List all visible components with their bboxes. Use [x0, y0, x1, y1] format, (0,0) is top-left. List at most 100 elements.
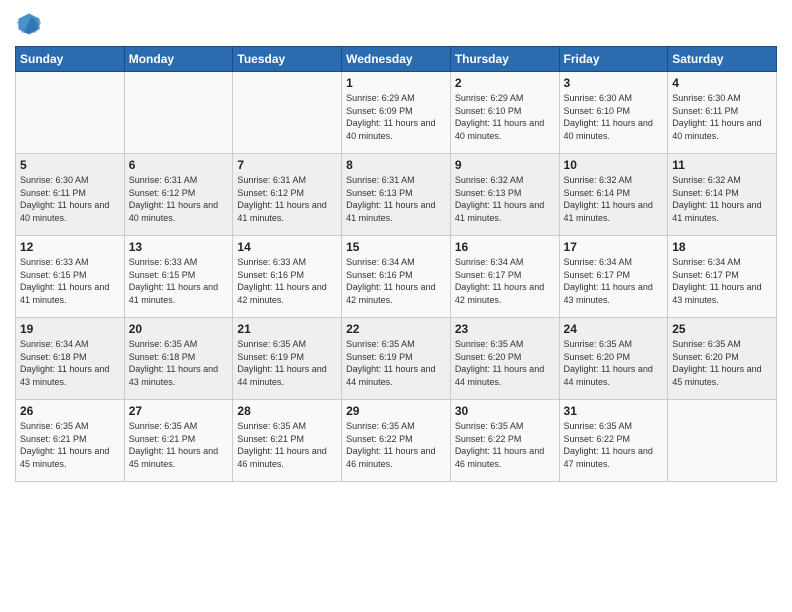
cell-content: Sunrise: 6:34 AM Sunset: 6:17 PM Dayligh… [564, 256, 664, 306]
cell-content: Sunrise: 6:34 AM Sunset: 6:17 PM Dayligh… [672, 256, 772, 306]
day-number: 8 [346, 158, 446, 172]
cell-content: Sunrise: 6:31 AM Sunset: 6:13 PM Dayligh… [346, 174, 446, 224]
cell-content: Sunrise: 6:33 AM Sunset: 6:15 PM Dayligh… [129, 256, 229, 306]
cell-content: Sunrise: 6:35 AM Sunset: 6:21 PM Dayligh… [237, 420, 337, 470]
calendar-cell: 11 Sunrise: 6:32 AM Sunset: 6:14 PM Dayli… [668, 154, 777, 236]
cell-content: Sunrise: 6:32 AM Sunset: 6:14 PM Dayligh… [564, 174, 664, 224]
day-number: 7 [237, 158, 337, 172]
calendar-cell: 12Sunrise: 6:33 AM Sunset: 6:15 PM Dayli… [16, 236, 125, 318]
calendar-cell [124, 72, 233, 154]
calendar-cell: 7 Sunrise: 6:31 AM Sunset: 6:12 PM Daylig… [233, 154, 342, 236]
day-number: 12 [20, 240, 120, 254]
page: SundayMondayTuesdayWednesdayThursdayFrid… [0, 0, 792, 612]
calendar-cell: 22 Sunrise: 6:35 AM Sunset: 6:19 PM Dayli… [342, 318, 451, 400]
cell-content: Sunrise: 6:35 AM Sunset: 6:22 PM Dayligh… [564, 420, 664, 470]
day-number: 6 [129, 158, 229, 172]
day-number: 19 [20, 322, 120, 336]
weekday-header-sunday: Sunday [16, 47, 125, 72]
calendar-cell [668, 400, 777, 482]
calendar: SundayMondayTuesdayWednesdayThursdayFrid… [15, 46, 777, 482]
day-number: 31 [564, 404, 664, 418]
day-number: 22 [346, 322, 446, 336]
cell-content: Sunrise: 6:34 AM Sunset: 6:17 PM Dayligh… [455, 256, 555, 306]
day-number: 18 [672, 240, 772, 254]
cell-content: Sunrise: 6:35 AM Sunset: 6:22 PM Dayligh… [455, 420, 555, 470]
cell-content: Sunrise: 6:30 AM Sunset: 6:10 PM Dayligh… [564, 92, 664, 142]
cell-content: Sunrise: 6:35 AM Sunset: 6:21 PM Dayligh… [129, 420, 229, 470]
cell-content: Sunrise: 6:33 AM Sunset: 6:16 PM Dayligh… [237, 256, 337, 306]
logo-icon [15, 10, 43, 38]
weekday-header-thursday: Thursday [450, 47, 559, 72]
calendar-week-5: 26 Sunrise: 6:35 AM Sunset: 6:21 PM Dayli… [16, 400, 777, 482]
calendar-cell: 2Sunrise: 6:29 AM Sunset: 6:10 PM Daylig… [450, 72, 559, 154]
cell-content: Sunrise: 6:35 AM Sunset: 6:21 PM Dayligh… [20, 420, 120, 470]
day-number: 28 [237, 404, 337, 418]
day-number: 4 [672, 76, 772, 90]
day-number: 21 [237, 322, 337, 336]
calendar-cell: 27 Sunrise: 6:35 AM Sunset: 6:21 PM Dayli… [124, 400, 233, 482]
day-number: 30 [455, 404, 555, 418]
day-number: 27 [129, 404, 229, 418]
calendar-cell: 13 Sunrise: 6:33 AM Sunset: 6:15 PM Dayli… [124, 236, 233, 318]
calendar-cell: 4 Sunrise: 6:30 AM Sunset: 6:11 PM Daylig… [668, 72, 777, 154]
calendar-cell: 24Sunrise: 6:35 AM Sunset: 6:20 PM Dayli… [559, 318, 668, 400]
calendar-header-row: SundayMondayTuesdayWednesdayThursdayFrid… [16, 47, 777, 72]
day-number: 11 [672, 158, 772, 172]
cell-content: Sunrise: 6:35 AM Sunset: 6:22 PM Dayligh… [346, 420, 446, 470]
weekday-header-friday: Friday [559, 47, 668, 72]
calendar-cell [16, 72, 125, 154]
day-number: 26 [20, 404, 120, 418]
calendar-cell: 30 Sunrise: 6:35 AM Sunset: 6:22 PM Dayli… [450, 400, 559, 482]
calendar-week-4: 19 Sunrise: 6:34 AM Sunset: 6:18 PM Dayli… [16, 318, 777, 400]
calendar-cell: 21 Sunrise: 6:35 AM Sunset: 6:19 PM Dayli… [233, 318, 342, 400]
weekday-header-saturday: Saturday [668, 47, 777, 72]
weekday-header-tuesday: Tuesday [233, 47, 342, 72]
day-number: 16 [455, 240, 555, 254]
day-number: 25 [672, 322, 772, 336]
calendar-cell: 3 Sunrise: 6:30 AM Sunset: 6:10 PM Daylig… [559, 72, 668, 154]
calendar-cell: 18 Sunrise: 6:34 AM Sunset: 6:17 PM Dayli… [668, 236, 777, 318]
cell-content: Sunrise: 6:35 AM Sunset: 6:20 PM Dayligh… [672, 338, 772, 388]
cell-content: Sunrise: 6:34 AM Sunset: 6:16 PM Dayligh… [346, 256, 446, 306]
calendar-cell: 20Sunrise: 6:35 AM Sunset: 6:18 PM Dayli… [124, 318, 233, 400]
weekday-header-wednesday: Wednesday [342, 47, 451, 72]
calendar-week-3: 12 Sunrise: 6:33 AM Sunset: 6:15 PM Dayli… [16, 236, 777, 318]
calendar-week-2: 5Sunrise: 6:30 AM Sunset: 6:11 PM Daylig… [16, 154, 777, 236]
cell-content: Sunrise: 6:34 AM Sunset: 6:18 PM Dayligh… [20, 338, 120, 388]
calendar-cell: 6 Sunrise: 6:31 AM Sunset: 6:12 PM Daylig… [124, 154, 233, 236]
calendar-cell: 26 Sunrise: 6:35 AM Sunset: 6:21 PM Dayli… [16, 400, 125, 482]
day-number: 29 [346, 404, 446, 418]
day-number: 3 [564, 76, 664, 90]
day-number: 17 [564, 240, 664, 254]
calendar-cell: 10 Sunrise: 6:32 AM Sunset: 6:14 PM Dayli… [559, 154, 668, 236]
day-number: 13 [129, 240, 229, 254]
cell-content: Sunrise: 6:30 AM Sunset: 6:11 PM Dayligh… [20, 174, 120, 224]
calendar-cell: 1 Sunrise: 6:29 AM Sunset: 6:09 PM Daylig… [342, 72, 451, 154]
calendar-cell: 8 Sunrise: 6:31 AM Sunset: 6:13 PM Daylig… [342, 154, 451, 236]
calendar-cell: 14 Sunrise: 6:33 AM Sunset: 6:16 PM Dayli… [233, 236, 342, 318]
day-number: 15 [346, 240, 446, 254]
cell-content: Sunrise: 6:32 AM Sunset: 6:14 PM Dayligh… [672, 174, 772, 224]
day-number: 14 [237, 240, 337, 254]
cell-content: Sunrise: 6:35 AM Sunset: 6:20 PM Dayligh… [455, 338, 555, 388]
cell-content: Sunrise: 6:35 AM Sunset: 6:19 PM Dayligh… [237, 338, 337, 388]
calendar-cell: 29 Sunrise: 6:35 AM Sunset: 6:22 PM Dayli… [342, 400, 451, 482]
calendar-cell: 16 Sunrise: 6:34 AM Sunset: 6:17 PM Dayli… [450, 236, 559, 318]
calendar-cell: 31 Sunrise: 6:35 AM Sunset: 6:22 PM Dayli… [559, 400, 668, 482]
cell-content: Sunrise: 6:29 AM Sunset: 6:10 PM Dayligh… [455, 92, 555, 142]
cell-content: Sunrise: 6:31 AM Sunset: 6:12 PM Dayligh… [237, 174, 337, 224]
cell-content: Sunrise: 6:29 AM Sunset: 6:09 PM Dayligh… [346, 92, 446, 142]
cell-content: Sunrise: 6:31 AM Sunset: 6:12 PM Dayligh… [129, 174, 229, 224]
calendar-cell: 19 Sunrise: 6:34 AM Sunset: 6:18 PM Dayli… [16, 318, 125, 400]
calendar-cell: 5Sunrise: 6:30 AM Sunset: 6:11 PM Daylig… [16, 154, 125, 236]
cell-content: Sunrise: 6:35 AM Sunset: 6:19 PM Dayligh… [346, 338, 446, 388]
calendar-cell: 9Sunrise: 6:32 AM Sunset: 6:13 PM Daylig… [450, 154, 559, 236]
day-number: 1 [346, 76, 446, 90]
header [15, 10, 777, 38]
logo [15, 10, 47, 38]
calendar-cell [233, 72, 342, 154]
weekday-header-monday: Monday [124, 47, 233, 72]
cell-content: Sunrise: 6:30 AM Sunset: 6:11 PM Dayligh… [672, 92, 772, 142]
calendar-cell: 28 Sunrise: 6:35 AM Sunset: 6:21 PM Dayli… [233, 400, 342, 482]
day-number: 10 [564, 158, 664, 172]
